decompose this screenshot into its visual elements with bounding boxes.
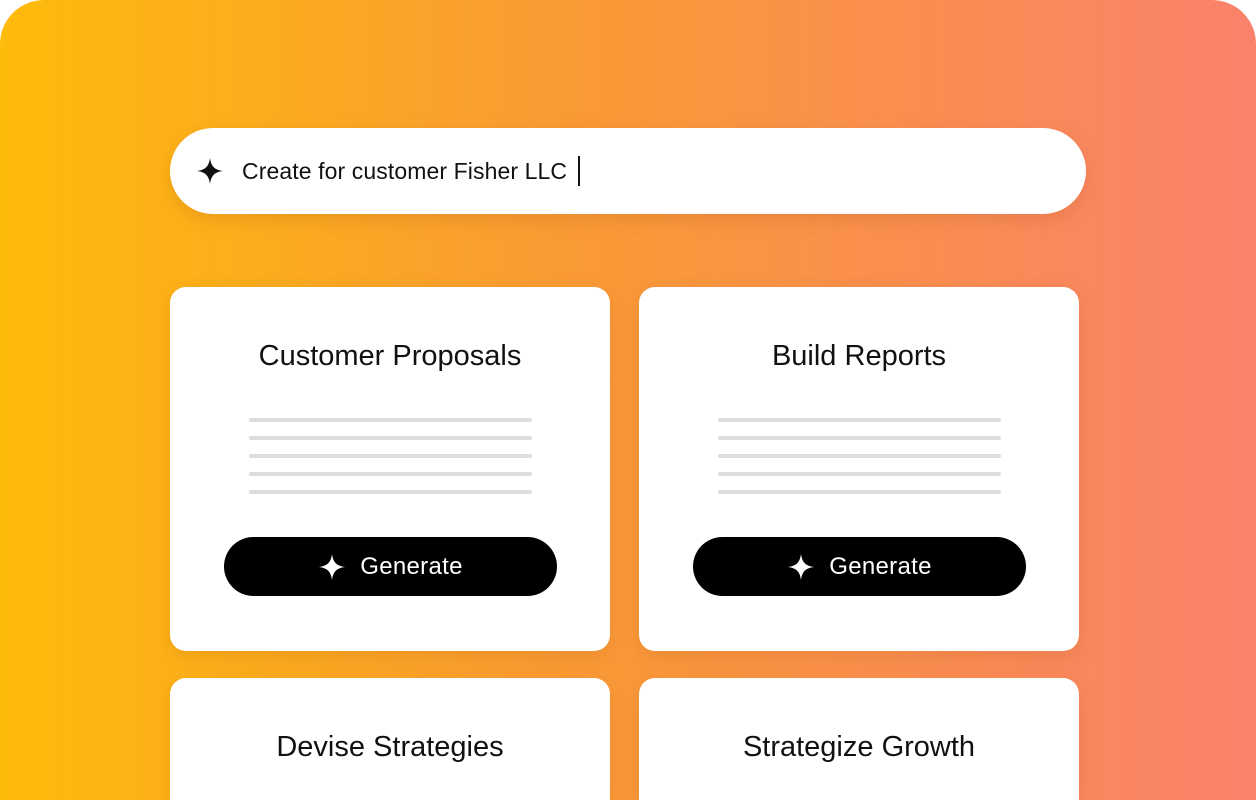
sparkle-icon — [318, 553, 346, 581]
card-title: Customer Proposals — [258, 340, 522, 372]
placeholder-line — [718, 454, 1001, 458]
prompt-input[interactable]: Create for customer Fisher LLC — [170, 128, 1086, 214]
placeholder-line — [249, 490, 532, 494]
placeholder-line — [249, 472, 532, 476]
sparkle-icon — [196, 157, 224, 185]
placeholder-line — [249, 436, 532, 440]
card-title: Devise Strategies — [276, 731, 504, 763]
prompt-text: Create for customer Fisher LLC — [242, 157, 568, 184]
placeholder-line — [718, 418, 1001, 422]
placeholder-line — [718, 472, 1001, 476]
app-canvas: Create for customer Fisher LLC Customer … — [0, 0, 1256, 800]
card-title: Build Reports — [771, 340, 947, 372]
card-strategize-growth[interactable]: Strategize Growth — [639, 678, 1079, 800]
generate-button[interactable]: Generate — [693, 537, 1026, 596]
text-placeholder-lines — [718, 418, 1001, 508]
placeholder-line — [718, 490, 1001, 494]
card-title: Strategize Growth — [742, 731, 976, 763]
card-customer-proposals[interactable]: Customer Proposals Generate — [170, 287, 610, 651]
text-placeholder-lines — [249, 418, 532, 508]
placeholder-line — [249, 418, 532, 422]
card-devise-strategies[interactable]: Devise Strategies — [170, 678, 610, 800]
text-caret — [578, 156, 581, 186]
generate-button-label: Generate — [829, 552, 932, 580]
generate-button-label: Generate — [360, 552, 463, 580]
placeholder-line — [718, 436, 1001, 440]
card-build-reports[interactable]: Build Reports Generate — [639, 287, 1079, 651]
sparkle-icon — [787, 553, 815, 581]
generate-button[interactable]: Generate — [224, 537, 557, 596]
placeholder-line — [249, 454, 532, 458]
